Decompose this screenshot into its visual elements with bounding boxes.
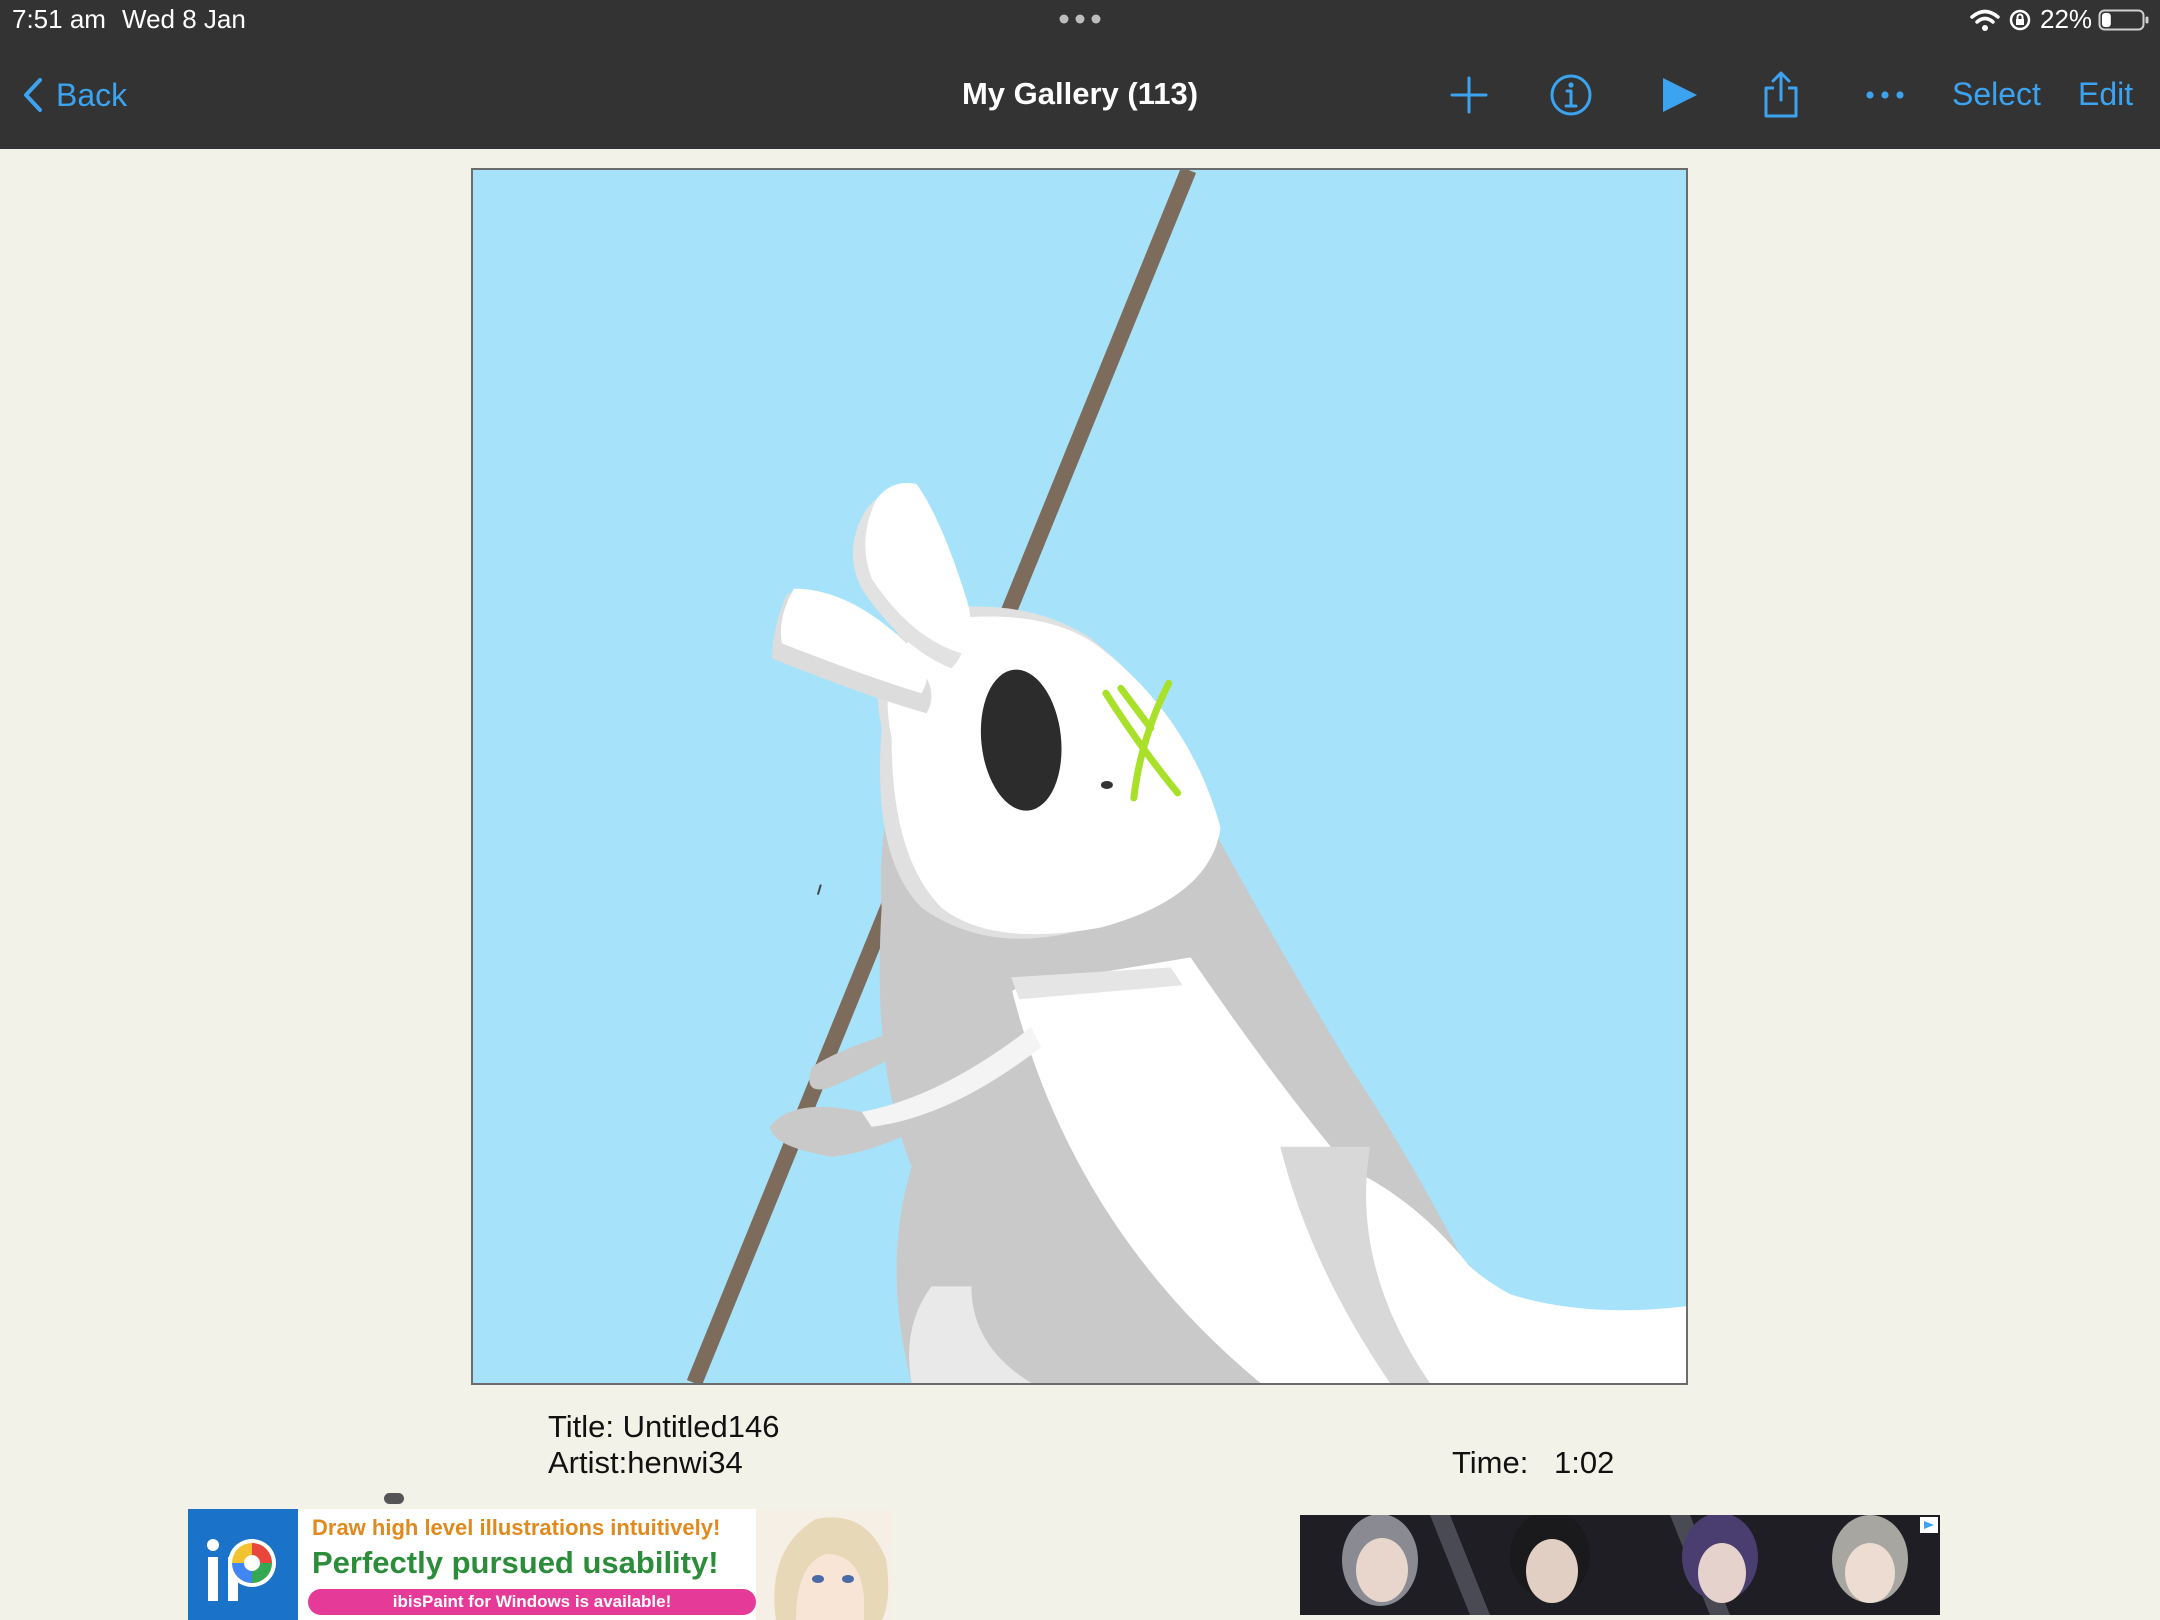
scroll-handle[interactable] (384, 1493, 404, 1504)
ad-character-image (756, 1509, 892, 1620)
ibispaint-logo (188, 1509, 298, 1620)
time-value: 1:02 (1554, 1445, 1615, 1480)
edit-button[interactable]: Edit (2078, 76, 2133, 113)
select-button[interactable]: Select (1952, 76, 2041, 113)
chevron-left-icon (24, 78, 42, 112)
page-title: My Gallery (113) (961, 76, 1199, 111)
rotation-lock-icon (2009, 9, 2031, 31)
multitasking-dots-icon[interactable] (1058, 12, 1102, 26)
play-icon (1663, 78, 1697, 112)
back-button-label: Back (56, 76, 128, 113)
navigation-bar: 7:51 am Wed 8 Jan 22% Back My Gallery (1… (0, 0, 2160, 149)
add-button[interactable] (1444, 70, 1494, 120)
artwork-title: Title: Untitled146 (548, 1409, 780, 1444)
battery-icon (2098, 9, 2149, 31)
ad-tagline: Perfectly pursued usability! (312, 1545, 719, 1580)
status-date: Wed 8 Jan (122, 4, 246, 34)
info-button[interactable] (1546, 70, 1596, 120)
ad-headline: Draw high level illustrations intuitivel… (312, 1515, 721, 1540)
artwork-artist: Artist:henwi34 (548, 1445, 743, 1480)
back-button[interactable]: Back (22, 70, 127, 120)
artwork-illustration (473, 170, 1686, 1383)
battery-percentage: 22% (2040, 4, 2093, 34)
ad-characters-image (1300, 1515, 1940, 1615)
share-icon (1764, 71, 1798, 118)
share-button[interactable] (1756, 70, 1806, 120)
ad-banner-right[interactable] (1300, 1515, 1940, 1615)
ad-banner-left[interactable]: Draw high level illustrations intuitivel… (188, 1509, 892, 1620)
info-icon (1550, 74, 1592, 116)
more-icon (1866, 91, 1904, 99)
ad-cta: ibisPaint for Windows is available! (308, 1589, 756, 1615)
play-button[interactable] (1654, 70, 1704, 120)
artwork-preview[interactable] (471, 168, 1688, 1385)
status-time: 7:51 am (12, 4, 106, 34)
time-label: Time: (1452, 1445, 1529, 1480)
plus-icon (1450, 76, 1488, 114)
more-button[interactable] (1860, 70, 1910, 120)
wifi-icon (1970, 9, 2000, 31)
